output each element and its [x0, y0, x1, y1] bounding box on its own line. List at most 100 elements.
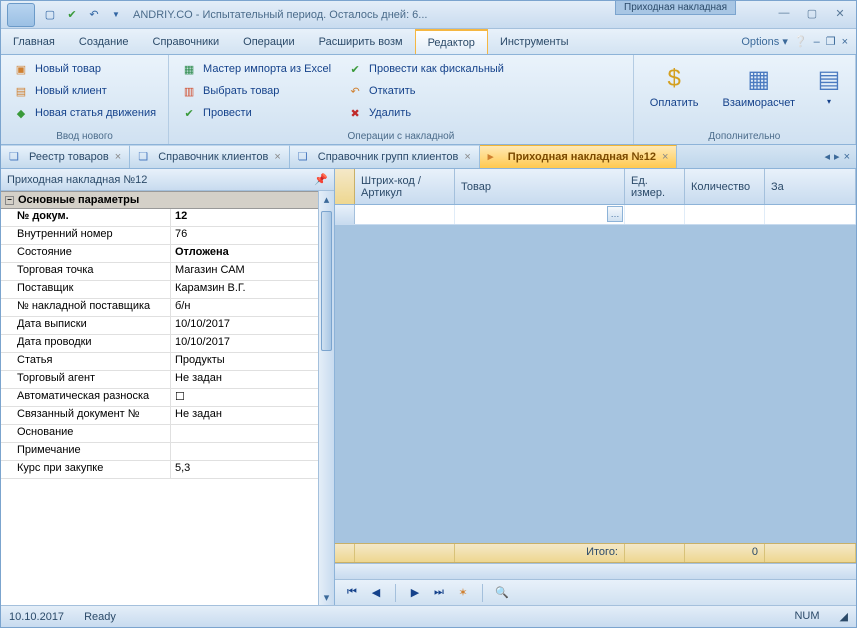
- rollback-button[interactable]: ↶Откатить: [343, 81, 508, 101]
- prop-value[interactable]: 76: [171, 227, 334, 244]
- maximize-button[interactable]: ▢: [802, 5, 822, 21]
- nav-add-icon[interactable]: ✶: [454, 584, 472, 602]
- tab-clients-ref[interactable]: ❏Справочник клиентов×: [130, 145, 290, 168]
- cell-qty[interactable]: [685, 205, 765, 224]
- help-icon[interactable]: ❔: [794, 35, 808, 48]
- prop-value[interactable]: Отложена: [171, 245, 334, 262]
- mdi-minimize-icon[interactable]: ‒: [814, 36, 820, 48]
- new-client-button[interactable]: ▤Новый клиент: [9, 81, 160, 101]
- tab-close-icon[interactable]: ×: [464, 151, 470, 163]
- row-indicator-header[interactable]: [335, 169, 355, 204]
- prop-row[interactable]: Автоматическая разноска☐: [1, 389, 334, 407]
- select-product-button[interactable]: ▥Выбрать товар: [177, 81, 335, 101]
- prop-row[interactable]: СостояниеОтложена: [1, 245, 334, 263]
- post-button[interactable]: ✔Провести: [177, 103, 335, 123]
- pin-icon[interactable]: 📌: [314, 173, 328, 186]
- nav-last-icon[interactable]: ⏭: [430, 584, 448, 602]
- tab-invoice-12[interactable]: ▸Приходная накладная №12×: [480, 145, 678, 168]
- new-product-button[interactable]: ▣Новый товар: [9, 59, 160, 79]
- cell-product[interactable]: …: [455, 205, 625, 224]
- mdi-close-icon[interactable]: ×: [842, 36, 848, 48]
- prop-row[interactable]: Торговый агентНе задан: [1, 371, 334, 389]
- col-qty[interactable]: Количество: [685, 169, 765, 204]
- prop-value[interactable]: 10/10/2017: [171, 335, 334, 352]
- delete-button[interactable]: ✖Удалить: [343, 103, 508, 123]
- resize-grip-icon[interactable]: ◢: [840, 610, 848, 623]
- prop-value[interactable]: 12: [171, 209, 334, 226]
- menu-editor[interactable]: Редактор: [415, 29, 488, 54]
- prop-value[interactable]: [171, 443, 334, 460]
- nav-prev-icon[interactable]: ◀: [367, 584, 385, 602]
- cell-barcode[interactable]: [355, 205, 455, 224]
- minimize-button[interactable]: —: [774, 5, 794, 21]
- grid-hscrollbar[interactable]: [335, 563, 856, 579]
- grid-body[interactable]: …: [335, 205, 856, 543]
- checkbox-icon[interactable]: ☐: [175, 391, 185, 403]
- qat-check-icon[interactable]: ✔: [63, 6, 81, 24]
- prop-value[interactable]: 5,3: [171, 461, 334, 478]
- new-movement-button[interactable]: ◆Новая статья движения: [9, 103, 160, 123]
- prop-row[interactable]: Курс при закупке5,3: [1, 461, 334, 479]
- prop-group-header[interactable]: − Основные параметры: [1, 191, 334, 209]
- tab-close-icon[interactable]: ×: [662, 151, 668, 163]
- col-barcode[interactable]: Штрих-код / Артикул: [355, 169, 455, 204]
- prop-row[interactable]: № накладной поставщикаб/н: [1, 299, 334, 317]
- grid-row[interactable]: …: [335, 205, 856, 225]
- options-button[interactable]: Options ▾: [741, 35, 788, 48]
- pay-button[interactable]: $Оплатить: [642, 59, 707, 129]
- prop-value[interactable]: Продукты: [171, 353, 334, 370]
- tab-products-registry[interactable]: ❏Реестр товаров×: [1, 145, 130, 168]
- tab-close-icon[interactable]: ×: [115, 151, 121, 163]
- lookup-button[interactable]: …: [607, 206, 623, 222]
- col-price[interactable]: За: [765, 169, 856, 204]
- scroll-thumb[interactable]: [321, 211, 332, 351]
- prop-value[interactable]: [171, 425, 334, 442]
- prop-value[interactable]: Не задан: [171, 407, 334, 424]
- prop-row[interactable]: Основание: [1, 425, 334, 443]
- cell-price[interactable]: [765, 205, 856, 224]
- prop-row[interactable]: Внутренний номер76: [1, 227, 334, 245]
- prop-row[interactable]: Примечание: [1, 443, 334, 461]
- menu-create[interactable]: Создание: [67, 29, 141, 54]
- prop-value[interactable]: б/н: [171, 299, 334, 316]
- cell-unit[interactable]: [625, 205, 685, 224]
- row-indicator[interactable]: [335, 205, 355, 224]
- app-icon[interactable]: [7, 3, 35, 27]
- menu-extend[interactable]: Расширить возм: [307, 29, 415, 54]
- collapse-icon[interactable]: −: [5, 196, 14, 205]
- prop-row[interactable]: Связанный документ №Не задан: [1, 407, 334, 425]
- import-excel-button[interactable]: ▦Мастер импорта из Excel: [177, 59, 335, 79]
- qat-undo-icon[interactable]: ↶: [85, 6, 103, 24]
- settlement-button[interactable]: ▦Взаиморасчет: [715, 59, 803, 129]
- close-button[interactable]: ✕: [830, 5, 850, 21]
- tabs-close-icon[interactable]: ×: [844, 151, 850, 163]
- tab-client-groups[interactable]: ❏Справочник групп клиентов×: [290, 145, 480, 168]
- col-product[interactable]: Товар: [455, 169, 625, 204]
- menu-ops[interactable]: Операции: [231, 29, 306, 54]
- extra-menu-button[interactable]: ▤▾: [811, 59, 847, 129]
- qat-dropdown-icon[interactable]: ▼: [107, 6, 125, 24]
- tabs-next-icon[interactable]: ▸: [834, 150, 840, 163]
- menu-tools[interactable]: Инструменты: [488, 29, 581, 54]
- prop-row[interactable]: Дата проводки10/10/2017: [1, 335, 334, 353]
- nav-first-icon[interactable]: ⏮: [343, 584, 361, 602]
- prop-value[interactable]: Карамзин В.Г.: [171, 281, 334, 298]
- prop-row[interactable]: Дата выписки10/10/2017: [1, 317, 334, 335]
- qat-new-icon[interactable]: ▢: [41, 6, 59, 24]
- post-fiscal-button[interactable]: ✔Провести как фискальный: [343, 59, 508, 79]
- prop-value[interactable]: ☐: [171, 389, 334, 406]
- scroll-up-icon[interactable]: ▴: [319, 191, 334, 207]
- prop-value[interactable]: Магазин САМ: [171, 263, 334, 280]
- tab-close-icon[interactable]: ×: [274, 151, 280, 163]
- menu-refs[interactable]: Справочники: [141, 29, 232, 54]
- tabs-prev-icon[interactable]: ◂: [825, 150, 831, 163]
- nav-search-icon[interactable]: 🔍: [493, 584, 511, 602]
- prop-row[interactable]: СтатьяПродукты: [1, 353, 334, 371]
- mdi-restore-icon[interactable]: ❐: [826, 35, 836, 48]
- menu-main[interactable]: Главная: [1, 29, 67, 54]
- prop-value[interactable]: Не задан: [171, 371, 334, 388]
- prop-row[interactable]: Торговая точкаМагазин САМ: [1, 263, 334, 281]
- prop-row[interactable]: № докум.12: [1, 209, 334, 227]
- col-unit[interactable]: Ед. измер.: [625, 169, 685, 204]
- prop-value[interactable]: 10/10/2017: [171, 317, 334, 334]
